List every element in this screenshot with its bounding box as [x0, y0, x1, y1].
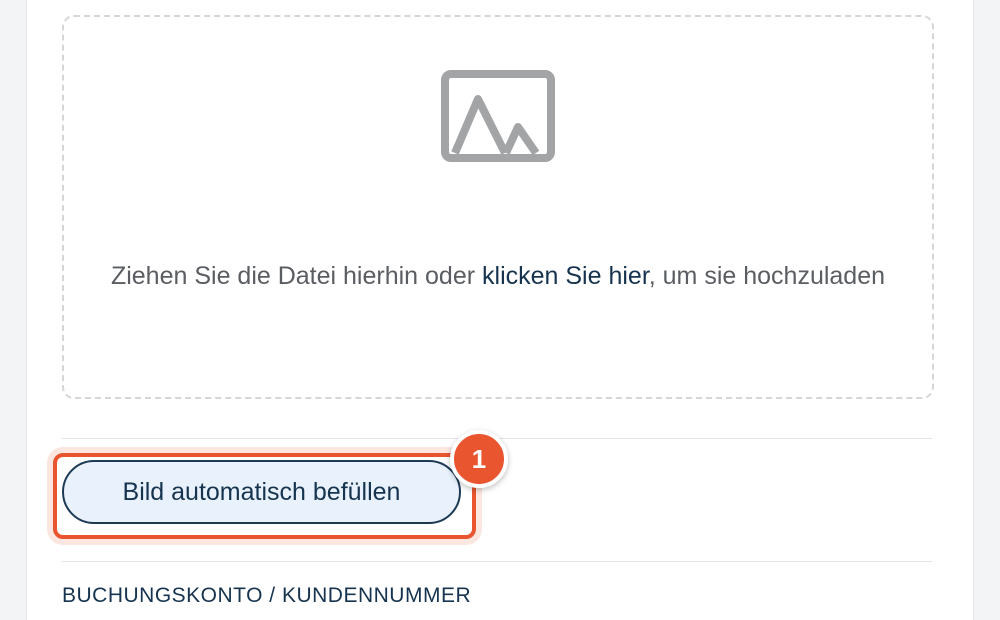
step-number-badge: 1	[450, 430, 508, 488]
image-upload-dropzone[interactable]: Ziehen Sie die Datei hierhin oder klicke…	[62, 15, 934, 399]
divider	[62, 561, 932, 562]
autofill-image-button[interactable]: Bild automatisch befüllen	[62, 460, 461, 524]
upload-text-after: , um sie hochzuladen	[648, 262, 886, 290]
image-placeholder-icon	[441, 70, 555, 162]
upload-click-link[interactable]: klicken Sie hier	[482, 262, 649, 290]
upload-text-before: Ziehen Sie die Datei hierhin oder	[110, 262, 483, 290]
booking-account-label: BUCHUNGSKONTO / KUNDENNUMMER	[62, 584, 472, 607]
upload-instruction: Ziehen Sie die Datei hierhin oder klicke…	[104, 245, 892, 308]
